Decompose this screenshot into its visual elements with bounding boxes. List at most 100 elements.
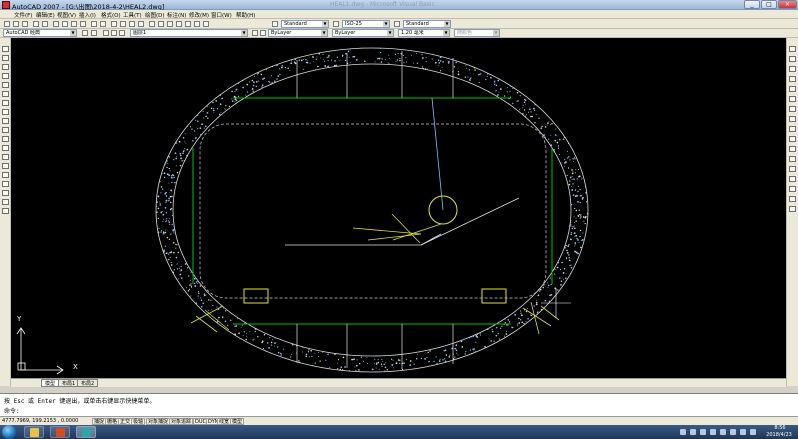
array-icon[interactable] [789,86,796,92]
zoom-realtime-icon[interactable] [120,21,126,27]
explode-icon[interactable] [789,206,796,212]
help-icon[interactable] [203,21,209,27]
zoom-window-icon[interactable] [129,21,135,27]
clock-time[interactable]: 8:56 [764,425,796,431]
workspace-settings-icon[interactable] [82,30,88,36]
linetype-select[interactable]: ByLayer ▼ [332,29,394,37]
make-block-icon[interactable] [2,154,9,160]
taskbar-office-button[interactable] [50,426,70,438]
join-icon[interactable] [789,176,796,182]
tray-battery-icon[interactable] [750,429,756,435]
gradient-icon[interactable] [2,181,9,187]
calculator-icon[interactable] [194,21,200,27]
break-icon[interactable] [789,166,796,172]
arc-icon[interactable] [2,91,9,97]
ellipse-icon[interactable] [2,127,9,133]
tab-model[interactable]: 模型 [41,379,60,387]
text-style-icon[interactable] [272,21,278,27]
color-select[interactable]: ByLayer ▼ [268,29,328,37]
new-icon[interactable] [4,21,10,27]
mtext-icon[interactable] [2,208,9,214]
spline-icon[interactable] [2,118,9,124]
fillet-icon[interactable] [789,196,796,202]
revcloud-icon[interactable] [2,109,9,115]
tool-palettes-icon[interactable] [167,21,173,27]
menu-draw[interactable]: 绘图(D) [145,11,165,19]
menu-help[interactable]: 帮助(H) [236,11,255,19]
table-style-icon[interactable] [394,21,400,27]
stretch-icon[interactable] [789,126,796,132]
layer-previous-icon[interactable] [260,30,266,36]
tab-layout2[interactable]: 布局2 [77,379,99,387]
construction-line-icon[interactable] [2,55,9,61]
table-icon[interactable] [2,199,9,205]
tab-layout1[interactable]: 布局1 [58,379,80,387]
command-window[interactable]: 按 Esc 或 Enter 键退出，或单击右键显示快捷菜单。 命令: [0,393,798,416]
plotstyle-select[interactable]: 随颜色 ▼ [454,29,500,37]
chamfer-icon[interactable] [789,186,796,192]
start-button[interactable] [2,425,16,439]
tray-display-icon[interactable] [740,429,746,435]
open-icon[interactable] [13,21,19,27]
lineweight-select[interactable]: 1.20 毫米 ▼ [398,29,450,37]
paste-icon[interactable] [71,21,77,27]
break-at-point-icon[interactable] [789,156,796,162]
osnap-toggle[interactable]: 对象捕捉 [146,418,171,425]
pan-icon[interactable] [111,21,117,27]
sun-icon[interactable] [111,30,117,36]
tray-app-icon[interactable] [680,429,686,435]
menu-dimension[interactable]: 标注(N) [167,11,186,19]
tray-network-icon[interactable] [690,429,696,435]
make-layer-current-icon[interactable] [252,30,258,36]
polar-toggle[interactable]: 极轴 [131,418,146,425]
region-icon[interactable] [2,190,9,196]
match-properties-icon[interactable] [80,21,86,27]
lock-icon[interactable] [119,30,125,36]
mirror-icon[interactable] [789,66,796,72]
dim-style-icon[interactable] [333,21,339,27]
properties-icon[interactable] [149,21,155,27]
copy-clip-icon[interactable] [62,21,68,27]
tray-ime-icon[interactable] [700,429,706,435]
drawing-canvas[interactable] [11,38,786,378]
taskbar-autocad-button[interactable] [76,426,96,438]
extend-icon[interactable] [789,146,796,152]
lineweight-toggle[interactable]: 线宽 [217,418,232,425]
move-icon[interactable] [789,96,796,102]
close-button[interactable]: × [778,0,797,9]
point-icon[interactable] [2,163,9,169]
circle-icon[interactable] [2,100,9,106]
line-icon[interactable] [2,46,9,52]
zoom-previous-icon[interactable] [138,21,144,27]
clock-date[interactable]: 2018/4/23 [762,432,796,438]
ellipse-arc-icon[interactable] [2,136,9,142]
plot-icon[interactable] [33,21,39,27]
maximize-button[interactable]: □ [761,0,777,9]
text-style-select[interactable]: Standard ▼ [281,20,329,28]
insert-block-icon[interactable] [2,145,9,151]
scale-icon[interactable] [789,116,796,122]
snap-toggle[interactable]: 捕捉 [92,418,107,425]
hatch-icon[interactable] [2,172,9,178]
erase-icon[interactable] [789,46,796,52]
table-style-select[interactable]: Standard ▼ [403,20,451,28]
tray-volume-icon[interactable] [710,429,716,435]
save-icon[interactable] [22,21,28,27]
menu-view[interactable]: 视图(V) [57,11,76,19]
polygon-icon[interactable] [2,73,9,79]
offset-icon[interactable] [789,76,796,82]
command-prompt[interactable]: 命令: [4,406,20,415]
otrack-toggle[interactable]: 对象追踪 [169,418,194,425]
layer-select[interactable]: 图层1 ▼ [130,29,248,37]
grid-toggle[interactable]: 栅格 [105,418,120,425]
polyline-icon[interactable] [2,64,9,70]
design-center-icon[interactable] [158,21,164,27]
tray-security-icon[interactable] [730,429,736,435]
taskbar-explorer-button[interactable] [24,426,44,438]
preview-icon[interactable] [42,21,48,27]
ortho-toggle[interactable]: 正交 [118,418,133,425]
dim-style-select[interactable]: ISO-25 ▼ [342,20,390,28]
rotate-icon[interactable] [789,106,796,112]
layer-manager-icon[interactable] [91,30,97,36]
trim-icon[interactable] [789,136,796,142]
